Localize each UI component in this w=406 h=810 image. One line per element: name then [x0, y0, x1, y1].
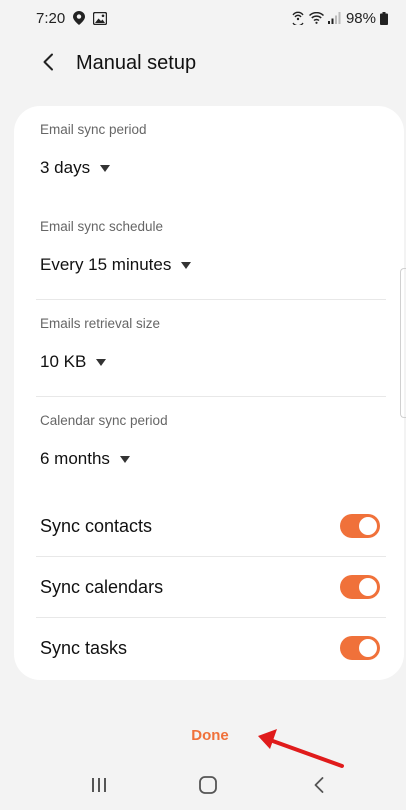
toggle-knob — [357, 637, 379, 659]
setting-label: Email sync period — [40, 122, 147, 137]
back-icon — [314, 776, 324, 798]
divider — [36, 617, 386, 618]
setting-label: Email sync schedule — [40, 219, 164, 234]
emails-retrieval-size-setting: Emails retrieval size 10 KB — [40, 316, 384, 372]
toggle-label: Sync contacts — [40, 515, 153, 536]
dropdown-arrow-icon — [96, 359, 107, 366]
battery-icon — [380, 11, 388, 25]
divider — [36, 556, 386, 557]
calendar-sync-period-setting: Calendar sync period 6 months — [40, 413, 384, 469]
email-sync-period-dropdown[interactable]: 3 days — [40, 158, 384, 178]
dropdown-arrow-icon — [119, 456, 130, 463]
sync-calendars-row[interactable]: Sync calendars — [40, 567, 380, 607]
location-icon — [73, 11, 86, 25]
toggle-label: Sync calendars — [40, 576, 164, 597]
gallery-icon — [93, 11, 108, 25]
divider — [36, 299, 386, 300]
chevron-left-icon — [42, 53, 54, 76]
status-bar: 7:20 98% — [0, 0, 406, 36]
dropdown-arrow-icon — [181, 262, 192, 269]
recent-apps-button[interactable] — [84, 772, 114, 802]
setting-label: Emails retrieval size — [40, 316, 161, 331]
calendar-sync-period-dropdown[interactable]: 6 months — [40, 449, 384, 469]
scrollbar-handle[interactable] — [400, 268, 406, 418]
done-button[interactable]: Done — [180, 724, 240, 746]
dropdown-arrow-icon — [100, 165, 111, 172]
recent-apps-icon — [91, 777, 107, 798]
sync-tasks-row[interactable]: Sync tasks — [40, 628, 380, 668]
emails-retrieval-size-dropdown[interactable]: 10 KB — [40, 352, 384, 372]
page-title: Manual setup — [76, 52, 197, 74]
status-time: 7:20 — [36, 9, 66, 27]
home-button[interactable] — [193, 772, 223, 802]
setting-label: Calendar sync period — [40, 413, 168, 428]
settings-card: Email sync period 3 days Email sync sche… — [14, 106, 404, 680]
dropdown-value: Every 15 minutes — [40, 255, 172, 274]
email-sync-period-setting: Email sync period 3 days — [40, 122, 384, 178]
status-left: 7:20 — [36, 9, 108, 27]
divider — [36, 396, 386, 397]
wifi-icon — [308, 12, 324, 24]
signal-icon — [327, 12, 342, 24]
sync-contacts-toggle[interactable] — [340, 514, 380, 538]
toggle-knob — [357, 515, 379, 537]
sync-tasks-toggle[interactable] — [340, 636, 380, 660]
toggle-label: Sync tasks — [40, 637, 128, 658]
status-right: 98% — [291, 10, 388, 27]
dropdown-value: 3 days — [40, 158, 91, 177]
hotspot-icon — [291, 11, 305, 25]
dropdown-value: 10 KB — [40, 352, 87, 371]
email-sync-schedule-dropdown[interactable]: Every 15 minutes — [40, 255, 384, 275]
email-sync-schedule-setting: Email sync schedule Every 15 minutes — [40, 219, 384, 275]
home-icon — [199, 775, 217, 799]
back-button[interactable] — [36, 52, 60, 76]
battery-percentage: 98% — [345, 9, 376, 27]
header: Manual setup — [0, 40, 406, 88]
sync-contacts-row[interactable]: Sync contacts — [40, 506, 380, 546]
dropdown-value: 6 months — [40, 449, 110, 468]
toggle-knob — [357, 576, 379, 598]
navigation-bar — [0, 762, 406, 810]
back-nav-button[interactable] — [304, 772, 334, 802]
sync-calendars-toggle[interactable] — [340, 575, 380, 599]
